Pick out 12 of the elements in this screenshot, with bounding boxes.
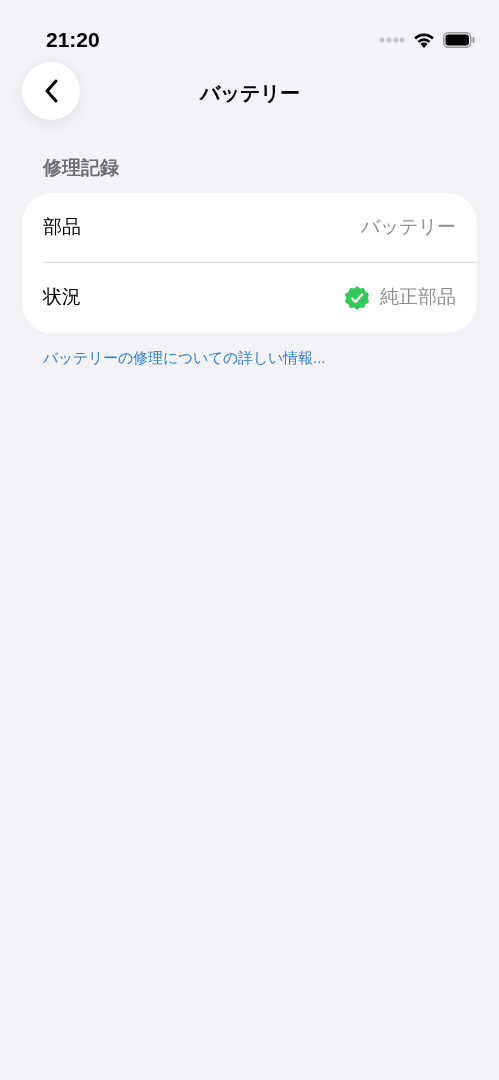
row-label: 部品 [43, 214, 81, 239]
signal-icon [379, 37, 405, 43]
chevron-left-icon [44, 79, 58, 103]
more-info-link[interactable]: バッテリーの修理についての詳しい情報... [22, 346, 477, 369]
wifi-icon [413, 32, 435, 48]
battery-icon [443, 32, 475, 48]
row-value: 純正部品 [380, 285, 456, 310]
section-header: 修理記録 [41, 156, 120, 180]
row-value: バッテリー [361, 214, 456, 239]
page-title: バッテリー [199, 81, 300, 106]
status-time: 21:20 [46, 27, 100, 54]
row-label: 状況 [43, 285, 81, 310]
